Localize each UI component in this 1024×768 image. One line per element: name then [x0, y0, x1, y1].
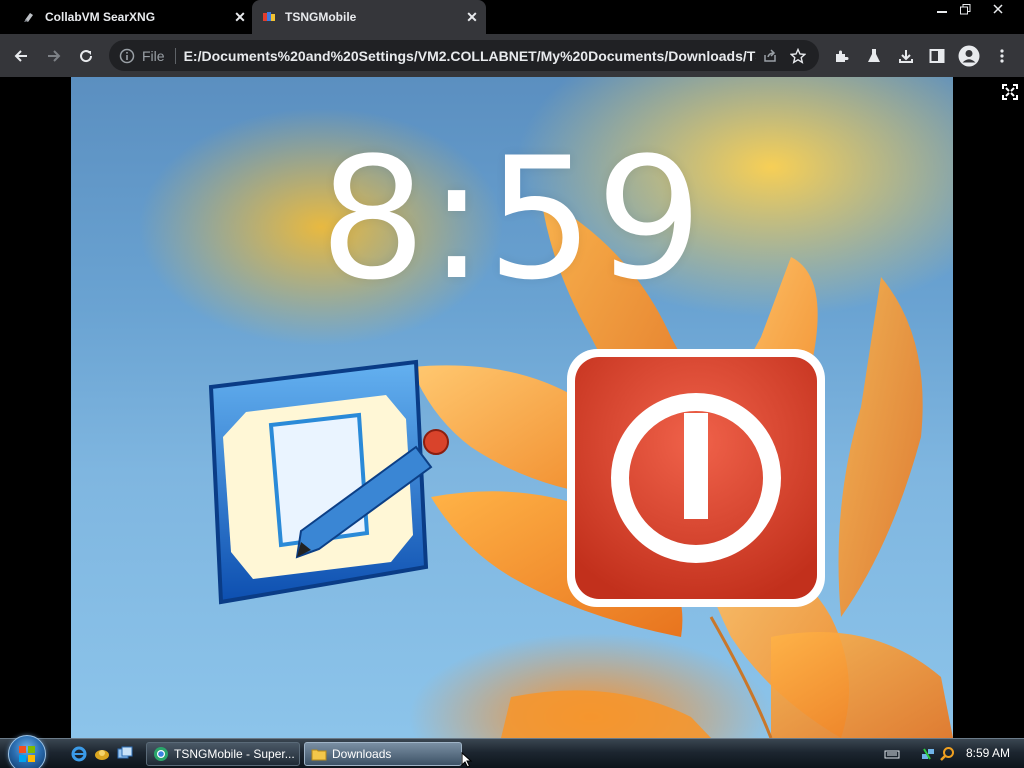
- notes-app[interactable]: [201, 357, 451, 607]
- url-divider: [174, 47, 176, 64]
- screen: CollabVM SearXNG ✕ TSNGMobile ✕ File E:/…: [0, 0, 1024, 768]
- keyboard-icon[interactable]: [884, 746, 900, 762]
- phone-screen: 8:59: [71, 77, 953, 738]
- restore-icon[interactable]: [950, 0, 980, 18]
- taskbar: TSNGMobile - Super... Downloads 8:59 AM: [0, 735, 1024, 768]
- share-icon[interactable]: [756, 48, 784, 64]
- profile-icon[interactable]: [955, 42, 983, 70]
- close-icon[interactable]: [983, 0, 1013, 18]
- task-label: Downloads: [332, 747, 392, 761]
- page-viewport: 8:59: [0, 77, 1024, 738]
- task-downloads[interactable]: Downloads: [304, 742, 462, 766]
- mouse-cursor-icon: [461, 751, 473, 768]
- tab-collabvm-searxng[interactable]: CollabVM SearXNG ✕: [14, 0, 248, 34]
- reload-icon[interactable]: [72, 42, 100, 70]
- tab-strip: CollabVM SearXNG ✕ TSNGMobile ✕: [0, 0, 1024, 34]
- fullscreen-icon[interactable]: [1001, 83, 1019, 101]
- windows-orb-icon[interactable]: [8, 735, 46, 768]
- folder-icon: [311, 746, 327, 762]
- notepad-pencil-icon: [208, 359, 449, 605]
- extensions-icon[interactable]: [828, 42, 856, 70]
- task-tsngmobile[interactable]: TSNGMobile - Super...: [146, 742, 300, 766]
- searxng-icon: [22, 10, 36, 24]
- tab-title: CollabVM SearXNG: [45, 10, 156, 24]
- browser-toolbar: File E:/Documents%20and%20Settings/VM2.C…: [0, 34, 1024, 77]
- chrome-icon: [153, 746, 169, 762]
- power-icon: [567, 349, 825, 607]
- lock-clock: 8:59: [319, 121, 705, 317]
- sidepanel-icon[interactable]: [923, 42, 951, 70]
- menu-icon[interactable]: [988, 42, 1016, 70]
- close-tab-icon[interactable]: ✕: [464, 9, 480, 25]
- back-icon[interactable]: [7, 42, 35, 70]
- info-icon[interactable]: [112, 48, 142, 64]
- tab-tsngmobile[interactable]: TSNGMobile ✕: [252, 0, 486, 34]
- search-icon[interactable]: [939, 746, 955, 762]
- network-icon[interactable]: [920, 746, 936, 762]
- tray-clock[interactable]: 8:59 AM: [966, 746, 1010, 760]
- tab-title: TSNGMobile: [285, 10, 357, 24]
- download-icon[interactable]: [892, 42, 920, 70]
- url-text[interactable]: E:/Documents%20and%20Settings/VM2.COLLAB…: [184, 48, 756, 64]
- close-tab-icon[interactable]: ✕: [232, 9, 248, 25]
- labs-icon[interactable]: [860, 42, 888, 70]
- switch-windows-icon[interactable]: [116, 745, 134, 763]
- power-app[interactable]: [563, 345, 829, 611]
- forward-icon[interactable]: [40, 42, 68, 70]
- ie-icon[interactable]: [70, 745, 88, 763]
- star-icon[interactable]: [784, 47, 812, 64]
- ie-secondary-icon[interactable]: [93, 745, 111, 763]
- tsng-icon: [262, 10, 276, 24]
- task-label: TSNGMobile - Super...: [174, 747, 295, 761]
- url-scheme-label: File: [142, 47, 165, 64]
- address-bar[interactable]: File E:/Documents%20and%20Settings/VM2.C…: [109, 40, 819, 71]
